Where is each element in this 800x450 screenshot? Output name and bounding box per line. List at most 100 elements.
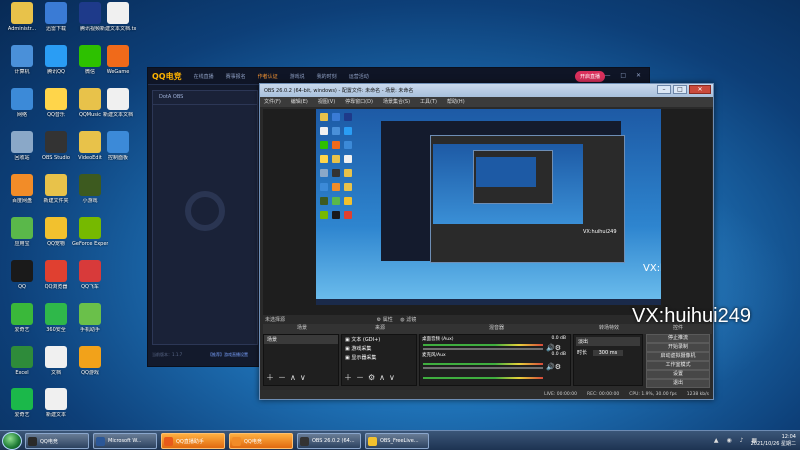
minimize-icon[interactable]: – (657, 85, 671, 94)
menu-edit[interactable]: 编辑(E) (291, 98, 308, 106)
desktop-icon[interactable]: Excel (4, 346, 40, 376)
desktop-icon[interactable]: 小游戏 (72, 174, 108, 204)
taskbar-item[interactable]: OBS_FreeLive... (365, 433, 429, 449)
desktop-icon[interactable]: 腾讯QQ (38, 45, 74, 75)
scenes-panel: 场景 ＋－∧∨ (263, 334, 339, 386)
menu-file[interactable]: 文件(F) (264, 98, 281, 106)
duration-input[interactable]: 300 ms (592, 350, 624, 356)
desktop-icon[interactable]: 文档 (38, 346, 74, 376)
taskbar-app-icon (96, 437, 105, 446)
mixer-name-1: 麦克风/Aux (422, 353, 446, 358)
qq-window-controls[interactable]: — □ ✕ (604, 72, 645, 79)
desktop-icon[interactable]: 爱奇艺 (4, 388, 40, 418)
nested-obs-preview: VX:huihui249 (433, 144, 617, 235)
source-label-1: 游戏采集 (351, 346, 372, 352)
desktop-icon[interactable]: 新建文本文档 (100, 88, 136, 118)
desktop-icon[interactable]: 手机助手 (72, 303, 108, 333)
nested-icon (344, 141, 352, 149)
menu-view[interactable]: 视图(V) (318, 98, 335, 106)
filters-button[interactable]: ◍ 滤镜 (400, 317, 416, 323)
properties-button[interactable]: ⚙ 属性 (377, 317, 393, 323)
taskbar-item[interactable]: QQ电竞 (229, 433, 293, 449)
desktop-icon[interactable]: 360安全 (38, 303, 74, 333)
source-item[interactable]: ▣ 文本 (GDI+) (342, 335, 416, 344)
source-item[interactable]: ▣ 游戏采集 (342, 344, 416, 353)
desktop-icon[interactable]: QQ浏览器 (38, 260, 74, 290)
obs-menubar: 文件(F) 编辑(E) 视图(V) 停靠窗口(D) 场景集合(S) 工具(T) … (260, 97, 713, 107)
desktop-icon[interactable]: 控制面板 (100, 131, 136, 161)
menu-docks[interactable]: 停靠窗口(D) (345, 98, 373, 106)
volume-slider-1[interactable] (423, 367, 543, 369)
desktop-icon[interactable]: QQ游戏 (72, 346, 108, 376)
taskbar-item[interactable]: Microsoft W... (93, 433, 157, 449)
source-tool-buttons[interactable]: ＋－⚙∧∨ (344, 372, 399, 383)
taskbar-item[interactable]: QQ直播助手 (161, 433, 225, 449)
desktop-icon[interactable]: 网络 (4, 88, 40, 118)
duration-row: 时长 300 ms (574, 348, 642, 357)
clock[interactable]: 12:04 2021/10/26 星期二 (751, 434, 796, 448)
qq-nav-0[interactable]: 在线直播 (194, 73, 214, 80)
qq-bottom-link[interactable]: 【推荐】游戏直播设置 (208, 352, 248, 358)
close-icon[interactable]: ✕ (689, 85, 711, 94)
desktop-icon[interactable]: 计算机 (4, 45, 40, 75)
source-item[interactable]: ▣ 显示器采集 (342, 353, 416, 362)
desktop-icon[interactable]: 百度网盘 (4, 174, 40, 204)
desktop-icon[interactable]: Administr... (4, 2, 40, 32)
app-icon (45, 2, 67, 24)
desktop-icon[interactable]: 新建文本 (38, 388, 74, 418)
filters-label: 滤镜 (406, 317, 417, 323)
virtual-camera-button[interactable]: 启动虚拟摄像机 (646, 352, 710, 361)
desktop-icon[interactable]: GeForce Experience (72, 217, 108, 247)
cpu-usage: CPU: 1.9%, 30.00 fps (629, 392, 677, 397)
taskbar-item[interactable]: QQ电竞 (25, 433, 89, 449)
speaker-icon[interactable]: 🔊⚙ (546, 363, 561, 371)
nested-icon (320, 113, 328, 121)
desktop-icon[interactable]: 迅雷下载 (38, 2, 74, 32)
stop-streaming-button[interactable]: 停止推流 (646, 334, 710, 343)
app-icon (79, 174, 101, 196)
app-icon (11, 217, 33, 239)
start-recording-button[interactable]: 开始录制 (646, 343, 710, 352)
desktop-icon[interactable]: QQ音乐 (38, 88, 74, 118)
qq-nav-3[interactable]: 游戏说 (290, 73, 305, 80)
qq-nav-1[interactable]: 赛事报名 (226, 73, 246, 80)
scene-item[interactable]: 场景 (264, 335, 338, 344)
exit-button[interactable]: 退出 (646, 379, 710, 388)
obs-title: OBS 26.0.2 (64-bit, windows) - 配置文件: 未命名… (264, 88, 414, 94)
settings-button[interactable]: 设置 (646, 370, 710, 379)
desktop-icon[interactable]: OBS Studio (38, 131, 74, 161)
obs-preview[interactable]: VX:huihui249 VX:huihui249 (263, 109, 712, 315)
taskbar-item[interactable]: OBS 26.0.2 (64... (297, 433, 361, 449)
nested-icon (344, 155, 352, 163)
maximize-icon[interactable]: □ (673, 85, 687, 94)
desktop-icon[interactable]: 新建文件夹 (38, 174, 74, 204)
desktop-icon[interactable]: WeGame (100, 45, 136, 75)
app-icon (11, 2, 33, 24)
menu-scene-collection[interactable]: 场景集合(S) (383, 98, 410, 106)
menu-help[interactable]: 帮助(H) (447, 98, 465, 106)
desktop-icon[interactable]: QQ (4, 260, 40, 290)
obs-titlebar: OBS 26.0.2 (64-bit, windows) - 配置文件: 未命名… (260, 84, 713, 97)
transition-select[interactable]: 淡出 (576, 337, 640, 346)
no-source-selected: 未选择源 (265, 317, 286, 323)
qq-nav-2[interactable]: 作者认证 (258, 73, 278, 80)
preview-watermark-tiny: VX:huihui249 (583, 229, 617, 235)
desktop-icon[interactable]: QQ飞车 (72, 260, 108, 290)
start-button[interactable] (2, 432, 22, 450)
qq-nav-5[interactable]: 运营活动 (349, 73, 369, 80)
desktop-icon[interactable]: 应用宝 (4, 217, 40, 247)
nested-icon (344, 183, 352, 191)
desktop-icon[interactable]: 新建文本文档.txt (100, 2, 136, 32)
desktop-icon[interactable]: QQ宠物 (38, 217, 74, 247)
scene-tool-buttons[interactable]: ＋－∧∨ (266, 372, 310, 383)
menu-tools[interactable]: 工具(T) (420, 98, 437, 106)
desktop-icon[interactable]: 爱奇艺 (4, 303, 40, 333)
source-label-0: 文本 (GDI+) (351, 337, 381, 343)
desktop-icon[interactable]: 回收站 (4, 131, 40, 161)
app-icon (11, 346, 33, 368)
rec-time: REC: 00:00:00 (587, 392, 620, 397)
start-live-button[interactable]: 开启直播 (574, 70, 605, 82)
qq-nav-4[interactable]: 我的时刻 (317, 73, 337, 80)
volume-slider-0[interactable] (423, 348, 543, 350)
studio-mode-button[interactable]: 工作室模式 (646, 361, 710, 370)
